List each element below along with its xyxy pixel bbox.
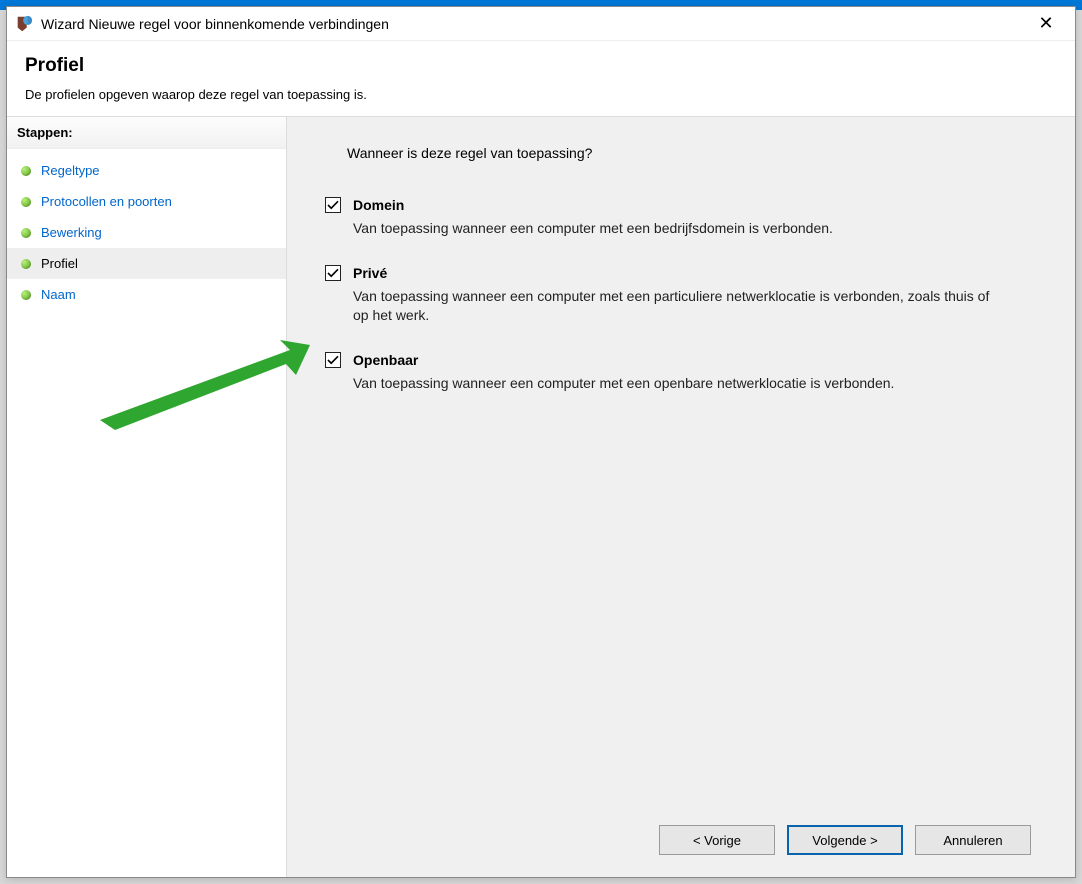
check-icon [327,354,339,366]
option-title: Domein [353,197,404,213]
next-button[interactable]: Volgende > [787,825,903,855]
step-label: Protocollen en poorten [41,194,172,209]
content-question: Wanneer is deze regel van toepassing? [347,145,1045,161]
step-bullet-icon [21,166,31,176]
steps-panel: Stappen: Regeltype Protocollen en poorte… [7,117,287,877]
cancel-button[interactable]: Annuleren [915,825,1031,855]
page-title: Profiel [25,55,1057,77]
option-description: Van toepassing wanneer een computer met … [353,374,993,394]
option-description: Van toepassing wanneer een computer met … [353,287,993,326]
steps-list: Regeltype Protocollen en poorten Bewerki… [7,149,286,316]
cancel-button-label: Annuleren [943,833,1002,848]
checkbox-openbaar[interactable] [325,352,341,368]
profile-options: Domein Van toepassing wanneer een comput… [325,197,1045,419]
back-button[interactable]: < Vorige [659,825,775,855]
step-label: Profiel [41,256,78,271]
step-label: Naam [41,287,76,302]
option-description: Van toepassing wanneer een computer met … [353,219,993,239]
step-bullet-icon [21,228,31,238]
step-protocollen[interactable]: Protocollen en poorten [7,186,286,217]
option-domein: Domein Van toepassing wanneer een comput… [325,197,1045,239]
checkbox-domein[interactable] [325,197,341,213]
step-naam[interactable]: Naam [7,279,286,310]
option-prive: Privé Van toepassing wanneer een compute… [325,265,1045,326]
header-area: Profiel De profielen opgeven waarop deze… [7,41,1075,117]
titlebar: Wizard Nieuwe regel voor binnenkomende v… [7,7,1075,41]
main-area: Stappen: Regeltype Protocollen en poorte… [7,117,1075,877]
close-button[interactable]: ✕ [1023,9,1069,39]
step-regeltype[interactable]: Regeltype [7,155,286,186]
step-bullet-icon [21,197,31,207]
option-title: Privé [353,265,387,281]
close-icon: ✕ [1038,13,1053,34]
step-bullet-icon [21,290,31,300]
back-button-label: < Vorige [693,833,741,848]
step-bewerking[interactable]: Bewerking [7,217,286,248]
step-bullet-icon [21,259,31,269]
step-label: Regeltype [41,163,100,178]
page-subtitle: De profielen opgeven waarop deze regel v… [25,87,1057,102]
content-panel: Wanneer is deze regel van toepassing? Do… [287,117,1075,877]
option-title: Openbaar [353,352,418,368]
titlebar-left: Wizard Nieuwe regel voor binnenkomende v… [15,15,389,33]
firewall-shield-icon [15,15,33,33]
next-button-label: Volgende > [812,833,877,848]
footer-buttons: < Vorige Volgende > Annuleren [317,803,1045,877]
check-icon [327,199,339,211]
step-profiel[interactable]: Profiel [7,248,286,279]
checkbox-prive[interactable] [325,265,341,281]
window-title: Wizard Nieuwe regel voor binnenkomende v… [41,16,389,32]
option-openbaar: Openbaar Van toepassing wanneer een comp… [325,352,1045,394]
steps-heading: Stappen: [7,117,286,149]
check-icon [327,267,339,279]
wizard-window: Wizard Nieuwe regel voor binnenkomende v… [6,6,1076,878]
step-label: Bewerking [41,225,102,240]
